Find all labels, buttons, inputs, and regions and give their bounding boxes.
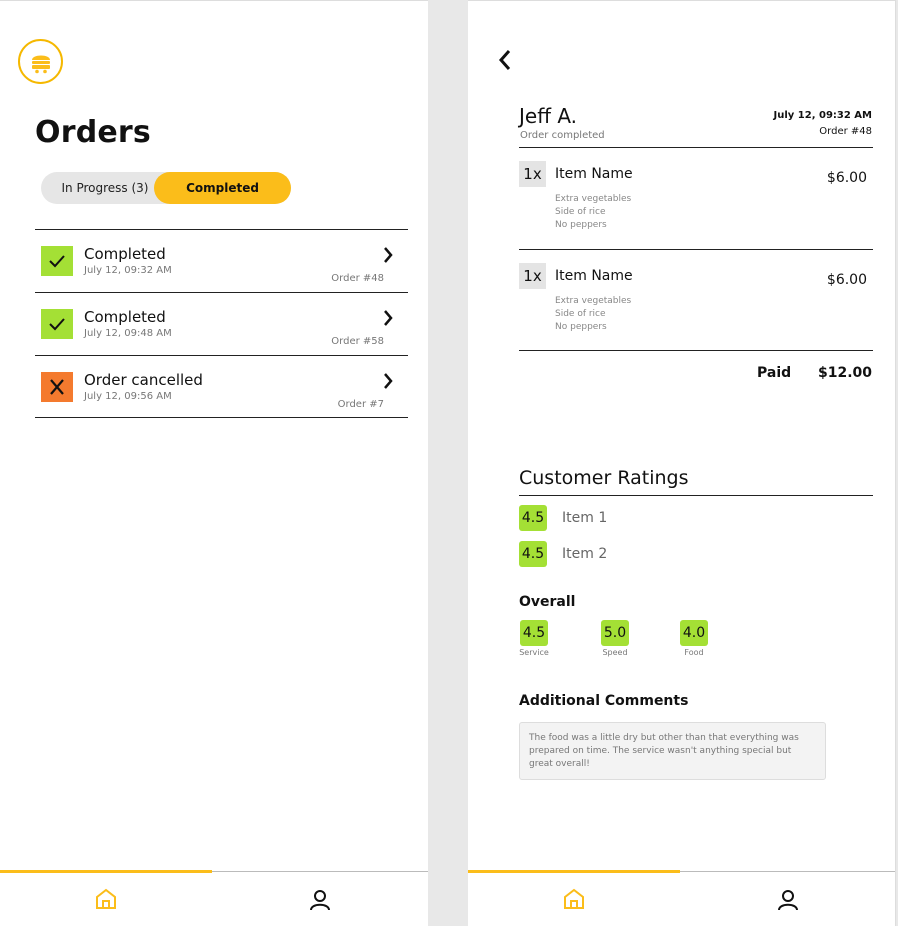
rating-label: Food — [684, 648, 704, 657]
home-icon[interactable] — [562, 888, 586, 914]
orders-screen: Orders In Progress (3) Completed Complet… — [0, 0, 428, 926]
rating-score: 4.5 — [519, 541, 547, 567]
order-number: Order #48 — [819, 126, 872, 137]
tab-completed[interactable]: Completed — [154, 172, 291, 204]
order-filter-toggle: In Progress (3) Completed — [41, 172, 291, 204]
item-note: No peppers — [555, 322, 607, 332]
customer-name: Jeff A. — [519, 104, 578, 128]
comments-box: The food was a little dry but other than… — [519, 722, 826, 780]
rating-score: 4.5 — [520, 620, 548, 646]
bottom-nav — [468, 870, 895, 926]
item-price: $6.00 — [826, 272, 867, 288]
item-quantity: 1x — [519, 161, 546, 187]
ratings-title: Customer Ratings — [519, 467, 689, 489]
order-item: 1x Item Name $6.00 Extra vegetables Side… — [519, 249, 873, 351]
burger-logo-icon — [18, 39, 63, 84]
user-icon[interactable] — [308, 888, 332, 916]
order-detail-screen: Jeff A. Order completed July 12, 09:32 A… — [468, 0, 896, 926]
item-rating: 4.5 Item 2 — [519, 541, 607, 569]
order-row[interactable]: Order cancelled July 12, 09:56 AM Order … — [35, 355, 408, 418]
rating-label: Item 2 — [562, 546, 608, 562]
item-note: No peppers — [555, 220, 607, 230]
order-status: Completed — [84, 245, 166, 263]
overall-rating: 5.0 Speed — [595, 620, 635, 657]
home-icon[interactable] — [94, 888, 118, 914]
order-state: Order completed — [520, 130, 605, 141]
item-quantity: 1x — [519, 263, 546, 289]
x-icon — [41, 372, 73, 402]
rating-label: Speed — [602, 648, 628, 657]
rating-label: Service — [519, 648, 549, 657]
rating-score: 4.0 — [680, 620, 708, 646]
page-title: Orders — [35, 115, 151, 150]
comments-title: Additional Comments — [519, 693, 689, 709]
overall-rating: 4.0 Food — [674, 620, 714, 657]
divider — [519, 495, 873, 496]
tab-in-progress[interactable]: In Progress (3) — [41, 172, 169, 204]
item-note: Extra vegetables — [555, 296, 632, 306]
item-rating: 4.5 Item 1 — [519, 505, 607, 533]
order-item: 1x Item Name $6.00 Extra vegetables Side… — [519, 147, 873, 249]
order-time: July 12, 09:32 AM — [84, 265, 172, 276]
order-row[interactable]: Completed July 12, 09:32 AM Order #48 — [35, 229, 408, 292]
item-note: Side of rice — [555, 309, 606, 319]
paid-label: Paid — [757, 365, 792, 381]
active-tab-indicator — [0, 870, 212, 873]
active-tab-indicator — [468, 870, 680, 873]
chevron-right-icon[interactable] — [382, 309, 394, 331]
item-name: Item Name — [555, 268, 633, 284]
chevron-right-icon[interactable] — [382, 372, 394, 394]
rating-score: 4.5 — [519, 505, 547, 531]
order-number: Order #7 — [337, 399, 384, 410]
overall-rating: 4.5 Service — [514, 620, 554, 657]
item-price: $6.00 — [826, 170, 867, 186]
chevron-left-icon[interactable] — [498, 49, 512, 75]
rating-label: Item 1 — [562, 510, 608, 526]
order-number: Order #58 — [331, 336, 384, 347]
order-time: July 12, 09:48 AM — [84, 328, 172, 339]
order-time: July 12, 09:56 AM — [84, 391, 172, 402]
bottom-nav — [0, 870, 428, 926]
check-icon — [41, 246, 73, 276]
order-number: Order #48 — [331, 273, 384, 284]
check-icon — [41, 309, 73, 339]
paid-amount: $12.00 — [817, 365, 872, 381]
order-status: Completed — [84, 308, 166, 326]
item-note: Side of rice — [555, 207, 606, 217]
user-icon[interactable] — [776, 888, 800, 916]
order-date: July 12, 09:32 AM — [773, 110, 872, 121]
item-note: Extra vegetables — [555, 194, 632, 204]
overall-title: Overall — [519, 594, 576, 610]
rating-score: 5.0 — [601, 620, 629, 646]
order-row[interactable]: Completed July 12, 09:48 AM Order #58 — [35, 292, 408, 355]
chevron-right-icon[interactable] — [382, 246, 394, 268]
item-name: Item Name — [555, 166, 633, 182]
order-status: Order cancelled — [84, 371, 203, 389]
orders-list: Completed July 12, 09:32 AM Order #48 Co… — [35, 229, 408, 418]
order-items: 1x Item Name $6.00 Extra vegetables Side… — [519, 147, 873, 351]
